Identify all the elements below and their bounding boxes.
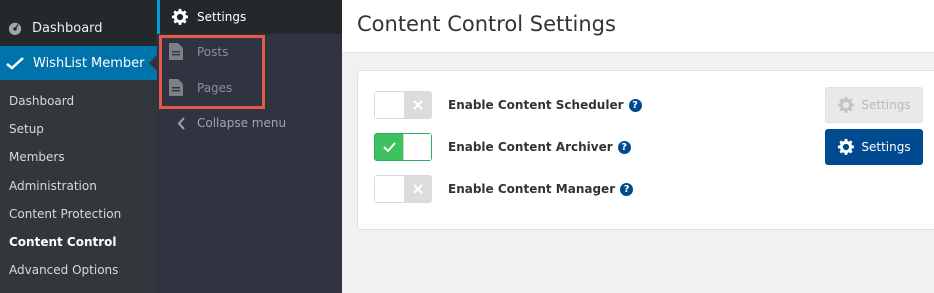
chevron-left-icon [177, 116, 185, 130]
option-label-text: Enable Content Scheduler [448, 98, 624, 112]
submenu-item-administration[interactable]: Administration [9, 179, 97, 193]
toggle-on-check-icon [375, 134, 403, 160]
collapse-menu-label: Collapse menu [197, 116, 287, 130]
submenu-item-content-control[interactable]: Content Control [9, 235, 117, 249]
content-scheduler-label: Enable Content Scheduler ? [448, 98, 642, 112]
gear-icon [171, 8, 189, 25]
settings-card: Enable Content Scheduler ? Settings Enab… [357, 70, 934, 230]
dashboard-gauge-icon [8, 22, 22, 35]
sidebar-item-wishlist-member[interactable]: WishList Member [0, 46, 157, 80]
main-content: Content Control Settings Enable Content … [342, 0, 934, 293]
gear-icon [838, 138, 855, 155]
content-manager-label: Enable Content Manager ? [448, 182, 634, 196]
toggle-knob [403, 134, 431, 160]
option-label-text: Enable Content Manager [448, 182, 616, 196]
help-icon[interactable]: ? [620, 182, 634, 196]
wishlist-check-icon [6, 57, 24, 70]
submenu-item-dashboard[interactable]: Dashboard [9, 94, 74, 108]
submenu-item-setup[interactable]: Setup [9, 122, 44, 136]
toggle-knob [375, 176, 405, 202]
current-menu-arrow [149, 55, 157, 71]
content-scheduler-toggle[interactable] [374, 91, 432, 119]
sidebar-item-label: WishList Member [33, 55, 145, 71]
content-scheduler-settings-button[interactable]: Settings [825, 87, 923, 123]
toggle-knob [375, 92, 405, 118]
flyout-item-settings[interactable]: Settings [157, 0, 342, 34]
toggle-off-x-icon [405, 92, 431, 118]
collapse-menu-button[interactable]: Collapse menu [177, 116, 286, 130]
sidebar-item-dashboard[interactable]: Dashboard [0, 11, 157, 45]
submenu-item-content-protection[interactable]: Content Protection [9, 207, 121, 221]
option-label-text: Enable Content Archiver [448, 140, 613, 154]
toggle-off-x-icon [405, 176, 431, 202]
content-archiver-toggle[interactable] [374, 133, 432, 161]
flyout-settings-label: Settings [197, 10, 247, 24]
page-title: Content Control Settings [357, 12, 616, 36]
gear-icon [838, 96, 855, 113]
content-manager-toggle[interactable] [374, 175, 432, 203]
annotation-highlight-box [159, 35, 265, 109]
content-archiver-settings-button[interactable]: Settings [825, 129, 923, 165]
submenu-item-members[interactable]: Members [9, 150, 65, 164]
settings-button-label: Settings [861, 98, 911, 112]
page-header: Content Control Settings [342, 0, 934, 53]
admin-sidebar: Dashboard WishList Member Dashboard Setu… [0, 0, 157, 293]
help-icon[interactable]: ? [628, 98, 642, 112]
settings-button-label: Settings [861, 140, 911, 154]
content-archiver-label: Enable Content Archiver ? [448, 140, 631, 154]
sidebar-item-label: Dashboard [32, 20, 103, 36]
wishlist-submenu: Dashboard Setup Members Administration C… [0, 80, 157, 293]
submenu-item-advanced-options[interactable]: Advanced Options [9, 263, 118, 277]
help-icon[interactable]: ? [617, 140, 631, 154]
